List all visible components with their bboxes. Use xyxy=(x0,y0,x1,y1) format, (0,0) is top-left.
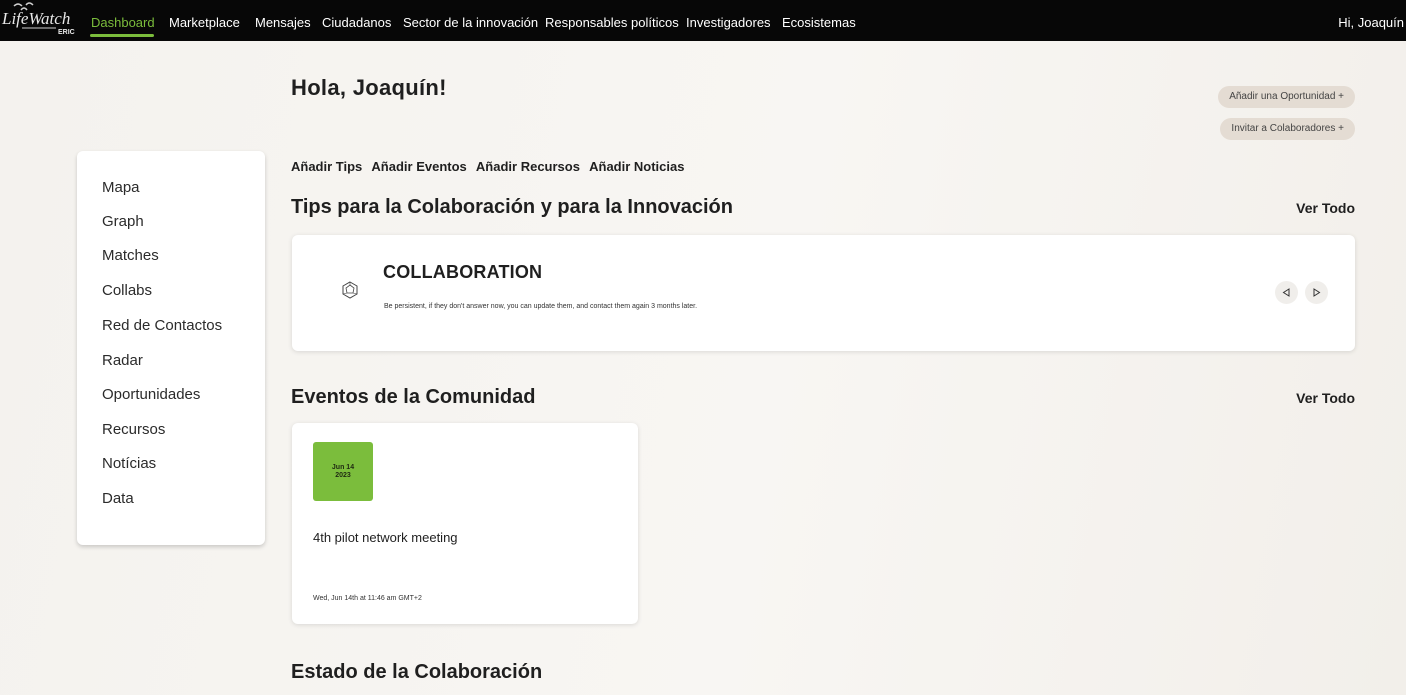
sidebar-item-mapa[interactable]: Mapa xyxy=(102,179,140,196)
event-time: Wed, Jun 14th at 11:46 am GMT+2 xyxy=(313,595,422,602)
add-tips-link[interactable]: Añadir Tips xyxy=(291,159,362,174)
tip-card: COLLABORATION Be persistent, if they don… xyxy=(292,235,1355,351)
sidebar-item-oportunidades[interactable]: Oportunidades xyxy=(102,386,200,403)
svg-text:ERIC: ERIC xyxy=(58,29,75,36)
sidebar-item-recursos[interactable]: Recursos xyxy=(102,421,165,438)
nav-investigadores[interactable]: Investigadores xyxy=(686,15,771,30)
nav-dashboard[interactable]: Dashboard xyxy=(91,15,155,30)
invite-collaborators-button[interactable]: Invitar a Colaboradores + xyxy=(1220,118,1355,140)
event-title[interactable]: 4th pilot network meeting xyxy=(313,530,458,545)
event-card[interactable]: Jun 14 2023 4th pilot network meeting We… xyxy=(292,423,638,624)
page-title: Hola, Joaquín! xyxy=(291,75,447,100)
tip-next-button[interactable] xyxy=(1305,281,1328,304)
sidebar-item-collabs[interactable]: Collabs xyxy=(102,282,152,299)
add-links-bar: Añadir Tips Añadir Eventos Añadir Recurs… xyxy=(291,159,690,174)
sidebar-item-radar[interactable]: Radar xyxy=(102,352,143,369)
collaboration-icon xyxy=(340,280,360,300)
logo-graphic: LifeWatch ERIC xyxy=(1,2,75,36)
event-date-badge: Jun 14 2023 xyxy=(313,442,373,501)
sidebar-item-graph[interactable]: Graph xyxy=(102,213,144,230)
nav-mensajes[interactable]: Mensajes xyxy=(255,15,311,30)
sidebar-item-matches[interactable]: Matches xyxy=(102,247,159,264)
event-date-day: Jun 14 xyxy=(331,463,355,471)
triangle-right-icon xyxy=(1313,288,1321,297)
tip-text: Be persistent, if they don't answer now,… xyxy=(384,303,698,310)
events-see-all-link[interactable]: Ver Todo xyxy=(1296,390,1355,406)
sidebar-item-red-de-contactos[interactable]: Red de Contactos xyxy=(102,317,222,334)
events-section-title: Eventos de la Comunidad xyxy=(291,386,536,408)
nav-responsables-politicos[interactable]: Responsables políticos xyxy=(545,15,679,30)
lifewatch-logo[interactable]: LifeWatch ERIC xyxy=(0,0,87,41)
tip-prev-button[interactable] xyxy=(1275,281,1298,304)
add-resources-link[interactable]: Añadir Recursos xyxy=(476,159,580,174)
user-greeting[interactable]: Hi, Joaquín xyxy=(1338,15,1404,30)
add-opportunity-button[interactable]: Añadir una Oportunidad + xyxy=(1218,86,1355,108)
sidebar-item-data[interactable]: Data xyxy=(102,490,134,507)
nav-active-indicator xyxy=(90,34,154,37)
sidebar: Mapa Graph Matches Collabs Red de Contac… xyxy=(77,151,265,545)
nav-marketplace[interactable]: Marketplace xyxy=(169,15,240,30)
top-navbar: LifeWatch ERIC Dashboard Marketplace Men… xyxy=(0,0,1406,41)
nav-ciudadanos[interactable]: Ciudadanos xyxy=(322,15,391,30)
nav-sector-innovacion[interactable]: Sector de la innovación xyxy=(403,15,538,30)
sidebar-item-noticias[interactable]: Notícias xyxy=(102,455,156,472)
svg-text:LifeWatch: LifeWatch xyxy=(1,9,70,28)
add-news-link[interactable]: Añadir Noticias xyxy=(589,159,684,174)
status-section-title: Estado de la Colaboración xyxy=(291,661,543,683)
add-events-link[interactable]: Añadir Eventos xyxy=(371,159,466,174)
nav-ecosistemas[interactable]: Ecosistemas xyxy=(782,15,856,30)
event-date-year: 2023 xyxy=(335,471,351,479)
tips-section-title: Tips para la Colaboración y para la Inno… xyxy=(291,196,733,218)
triangle-left-icon xyxy=(1282,288,1290,297)
tips-see-all-link[interactable]: Ver Todo xyxy=(1296,200,1355,216)
tip-title: COLLABORATION xyxy=(383,262,543,282)
